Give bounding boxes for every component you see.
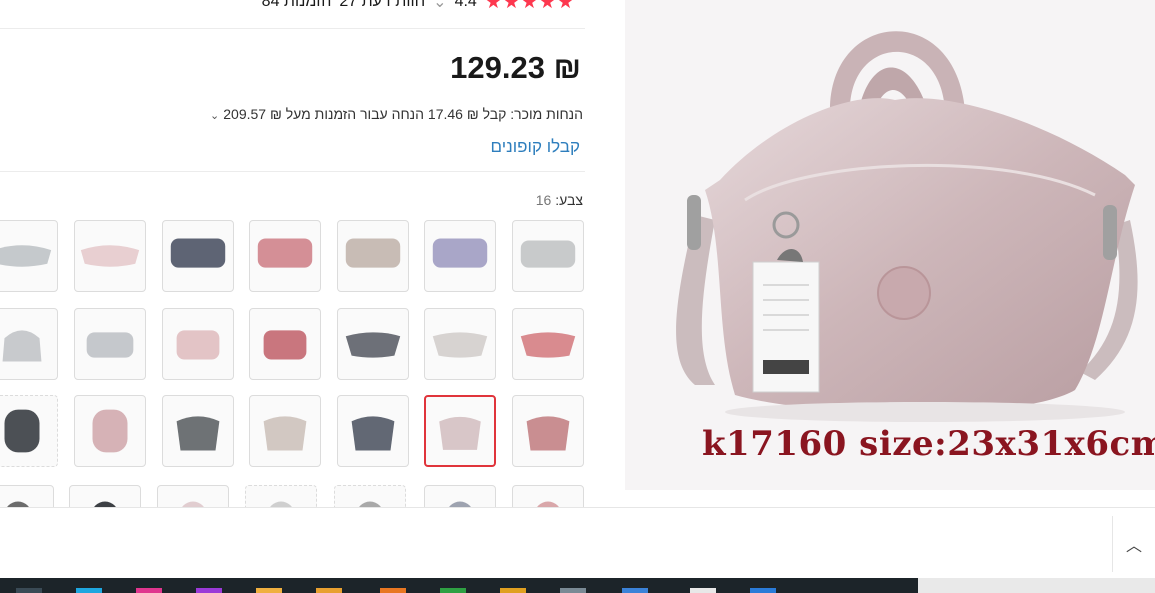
taskbar-app-icon[interactable] [560, 588, 586, 593]
handbag-illustration [625, 0, 1155, 490]
divider [0, 171, 585, 172]
product-page: k17160 size:23x31x6cm 84 הזמנות 27 חוות … [0, 0, 1155, 593]
reviews-count[interactable]: 27 חוות דעת [339, 0, 425, 11]
get-coupons-link[interactable]: קבלו קופונים [491, 137, 580, 157]
taskbar-app-icon[interactable] [500, 588, 526, 593]
color-swatch-selected[interactable] [424, 395, 496, 467]
color-swatch[interactable] [512, 308, 584, 380]
color-swatch[interactable] [424, 485, 496, 507]
taskbar-app-icon[interactable] [380, 588, 406, 593]
chevron-down-icon: ⌄ [210, 110, 220, 122]
color-swatch[interactable] [0, 395, 58, 467]
product-info-panel: 84 הזמנות 27 חוות דעת ⌄ 4.4 ★★★★★ 129.23… [0, 0, 585, 507]
color-swatch[interactable] [337, 395, 409, 467]
color-swatch[interactable] [249, 308, 321, 380]
color-count: 16 [535, 192, 552, 208]
color-swatch[interactable] [249, 395, 321, 467]
color-swatch[interactable] [424, 220, 496, 292]
os-taskbar [0, 578, 918, 593]
taskbar-app-icon[interactable] [316, 588, 342, 593]
taskbar-app-icon[interactable] [440, 588, 466, 593]
color-swatch[interactable] [334, 485, 406, 507]
main-product-image[interactable] [625, 0, 1155, 490]
orders-count: 84 הזמנות [261, 0, 332, 10]
color-swatch[interactable] [245, 485, 317, 507]
color-swatch[interactable] [162, 308, 234, 380]
taskbar-app-icon[interactable] [136, 588, 162, 593]
color-swatch[interactable] [512, 220, 584, 292]
color-swatch[interactable] [424, 308, 496, 380]
image-caption: k17160 size:23x31x6cm [702, 424, 1155, 464]
seller-discount-text: הנחות מוכר: קבל ₪ 17.46 הנחה עבור הזמנות… [223, 106, 583, 122]
product-price: 129.23 ₪ [450, 50, 581, 85]
color-swatch[interactable] [512, 395, 584, 467]
color-swatch[interactable] [162, 220, 234, 292]
rating-chevron-icon[interactable]: ⌄ [433, 0, 446, 12]
color-swatch[interactable] [0, 308, 58, 380]
bottom-action-bar [0, 507, 1155, 578]
color-swatch[interactable] [162, 395, 234, 467]
color-swatch[interactable] [0, 485, 54, 507]
color-swatch[interactable] [337, 220, 409, 292]
rating-score: 4.4 [454, 0, 477, 10]
color-swatch[interactable] [249, 220, 321, 292]
rating-row: 84 הזמנות 27 חוות דעת ⌄ 4.4 ★★★★★ [262, 0, 575, 13]
color-swatches [0, 220, 585, 507]
divider [0, 28, 585, 29]
seller-discount[interactable]: הנחות מוכר: קבל ₪ 17.46 הנחה עבור הזמנות… [210, 106, 583, 122]
color-swatch[interactable] [0, 220, 58, 292]
color-swatch[interactable] [512, 485, 584, 507]
color-swatch[interactable] [157, 485, 229, 507]
scroll-to-top-button[interactable]: ︿ [1112, 516, 1155, 572]
taskbar-app-icon[interactable] [16, 588, 42, 593]
color-swatch[interactable] [69, 485, 141, 507]
taskbar-app-icon[interactable] [750, 588, 776, 593]
color-label: צבע: 16 [536, 192, 583, 208]
taskbar-app-icon[interactable] [196, 588, 222, 593]
color-swatch[interactable] [337, 308, 409, 380]
taskbar-app-icon[interactable] [622, 588, 648, 593]
taskbar-app-icon[interactable] [690, 588, 716, 593]
chevron-up-icon: ︿ [1125, 538, 1142, 555]
color-swatch[interactable] [74, 395, 146, 467]
taskbar-tray [918, 578, 1155, 593]
taskbar-app-icon[interactable] [256, 588, 282, 593]
color-label-text: צבע: [555, 192, 583, 208]
color-swatch[interactable] [74, 220, 146, 292]
rating-stars-icon: ★★★★★ [484, 0, 575, 13]
taskbar-app-icon[interactable] [76, 588, 102, 593]
color-swatch[interactable] [74, 308, 146, 380]
